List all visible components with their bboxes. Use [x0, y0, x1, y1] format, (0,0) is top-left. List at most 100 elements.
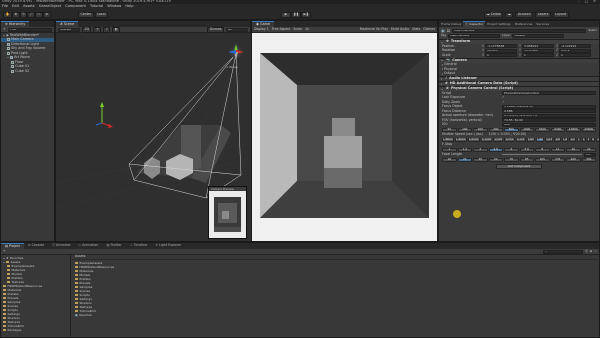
lighting-toggle[interactable]: ☀ — [93, 26, 102, 33]
focal-button[interactable]: 85 — [519, 157, 534, 162]
step-button[interactable]: ▶❚ — [301, 11, 311, 18]
phys-row-value[interactable]: 8.75mm / f2.8 mm f 8 — [502, 113, 596, 118]
phys-row-value[interactable]: 74.55, 50.00 — [502, 118, 596, 123]
scene-gizmos-button[interactable]: Gizmos — [207, 26, 224, 33]
tab-preferences[interactable]: Preferences — [513, 21, 535, 27]
tab-inspector[interactable]: ⓘ Inspector — [463, 21, 486, 27]
hand-tool-button[interactable]: ✋ — [3, 11, 12, 18]
fstop-button[interactable]: 2.8 — [488, 147, 503, 152]
shutter-button[interactable]: 15 — [596, 137, 599, 142]
account-button[interactable]: Account — [515, 11, 534, 18]
menu-component[interactable]: Component — [65, 4, 86, 9]
layout-button[interactable]: Layout — [552, 11, 569, 18]
shutter-button[interactable]: 1/125 — [515, 137, 526, 142]
tab-profiler[interactable]: ▥ Profiler — [102, 243, 125, 249]
shutter-button[interactable]: 1/60 — [526, 137, 535, 142]
focal-button[interactable]: 24 — [457, 157, 472, 162]
shutter-button[interactable]: 1/2 — [569, 137, 576, 142]
shutter-button[interactable]: 1 — [576, 137, 581, 142]
transform-y-field[interactable]: -178.598 — [522, 48, 554, 53]
shutter-button[interactable]: 1/15 — [545, 137, 554, 142]
play-button[interactable]: ▶ — [281, 11, 291, 18]
focal-button[interactable]: 200 — [566, 157, 581, 162]
transform-z-field[interactable]: 0.072 — [559, 48, 591, 53]
mute-audio-toggle[interactable]: Mute Audio — [391, 27, 409, 31]
pivot-center-button[interactable]: Center — [78, 11, 94, 18]
transform-x-field[interactable]: -1.1778638 — [485, 44, 517, 49]
display-dropdown[interactable]: Display 1 — [254, 27, 269, 31]
add-component-button[interactable]: Add Component — [496, 164, 542, 169]
transform-x-field[interactable]: 19.043 — [485, 48, 517, 53]
game-viewport[interactable] — [252, 33, 437, 241]
expand-icon[interactable] — [3, 257, 5, 259]
2d-toggle[interactable]: 2D — [82, 26, 92, 33]
shading-mode-dropdown[interactable]: Shaded — [58, 27, 80, 32]
focal-button[interactable]: 16 — [442, 157, 457, 162]
filter-icon[interactable]: ⚲ — [585, 249, 587, 253]
hierarchy-item[interactable]: Cube 02 — [1, 69, 54, 74]
menu-gameobject[interactable]: GameObject — [39, 4, 61, 9]
focal-length-field[interactable]: 24 — [584, 152, 596, 157]
tab-animation[interactable]: ▷ Animation — [75, 243, 103, 249]
game-gizmos-button[interactable]: Gizmos — [423, 27, 435, 31]
fstop-button[interactable]: 5.6 — [519, 147, 534, 152]
fstop-button[interactable]: 11 — [550, 147, 565, 152]
fstop-button[interactable]: 22 — [581, 147, 596, 152]
transform-z-field[interactable]: 1 — [559, 53, 591, 58]
fstop-button[interactable]: 2 — [473, 147, 488, 152]
tab-project-settings[interactable]: Project Settings — [485, 21, 513, 27]
shutter-button[interactable]: 1/2000 — [467, 137, 480, 142]
rotate-tool-button[interactable]: ↻ — [19, 11, 28, 18]
layer-dropdown[interactable]: Default — [512, 33, 565, 38]
fstop-button[interactable]: 16 — [566, 147, 581, 152]
tag-dropdown[interactable]: MainCamera — [448, 33, 501, 38]
star-icon[interactable]: ☆ — [594, 249, 597, 253]
tab-timeline[interactable]: ▭ Timeline — [126, 243, 152, 249]
shutter-button[interactable]: 1/4000 — [454, 137, 467, 142]
transform-y-field[interactable]: 1 — [522, 53, 554, 58]
create-button[interactable]: + — [3, 27, 6, 31]
project-tree-item[interactable]: Packages — [1, 328, 70, 332]
project-breadcrumb[interactable]: Assets — [72, 255, 600, 260]
focal-button[interactable]: 300 — [581, 157, 596, 162]
scene-search-input[interactable]: All — [226, 27, 248, 32]
menu-help[interactable]: Help — [125, 4, 133, 9]
maximize-on-play-toggle[interactable]: Maximize On Play — [360, 27, 388, 31]
tab-scene[interactable]: # Scene — [56, 21, 79, 27]
rect-tool-button[interactable]: ▭ — [34, 11, 43, 18]
focal-length-slider[interactable] — [502, 154, 582, 156]
menu-tutorial[interactable]: Tutorial — [90, 4, 103, 9]
hierarchy-search-input[interactable]: ⌕ All — [7, 27, 52, 32]
collab-button[interactable]: ☁ Collab — [484, 11, 504, 18]
iso-button[interactable]: 25600 — [581, 127, 596, 132]
project-search-input[interactable]: ⌕ — [543, 249, 584, 254]
focal-button[interactable]: 70 — [504, 157, 519, 162]
active-checkbox[interactable]: ☑ — [447, 28, 451, 33]
tab-light-explorer[interactable]: ☀ Light Explorer — [151, 243, 185, 249]
project-asset-item[interactable]: ▣ Readme — [75, 313, 600, 317]
expand-icon[interactable] — [3, 261, 5, 263]
tab-console[interactable]: ≡ Console — [24, 243, 48, 249]
shutter-button[interactable]: 1/8 — [554, 137, 561, 142]
shutter-button[interactable]: 1/30 — [535, 137, 545, 142]
transform-y-field[interactable]: 3.958912 — [522, 44, 554, 49]
expand-icon[interactable] — [7, 57, 9, 59]
focal-button[interactable]: 50 — [488, 157, 503, 162]
services-button[interactable]: ☁ — [505, 11, 514, 18]
layers-button[interactable]: Layers — [535, 11, 551, 18]
stats-toggle[interactable]: Stats — [412, 27, 420, 31]
menu-file[interactable]: File — [2, 4, 8, 9]
scale-tool-button[interactable]: ⤢ — [27, 11, 35, 18]
menu-edit[interactable]: Edit — [12, 4, 19, 9]
fstop-button[interactable]: 4 — [504, 147, 519, 152]
audio-toggle[interactable]: ♪ — [103, 26, 111, 33]
menu-assets[interactable]: Assets — [23, 4, 35, 9]
persp-label[interactable]: < Persp — [226, 66, 238, 69]
phys-row-value[interactable]: PhysicalCameraControl — [502, 91, 596, 96]
shutter-button[interactable]: 1/1000 — [480, 137, 493, 142]
iso-button[interactable]: 3200 — [535, 127, 550, 132]
phys-row-value[interactable]: 800 — [502, 122, 596, 127]
move-tool-button[interactable]: ✥ — [11, 11, 20, 18]
shutter-button[interactable]: 1/500 — [493, 137, 504, 142]
scale-value[interactable]: 1x — [305, 27, 309, 31]
